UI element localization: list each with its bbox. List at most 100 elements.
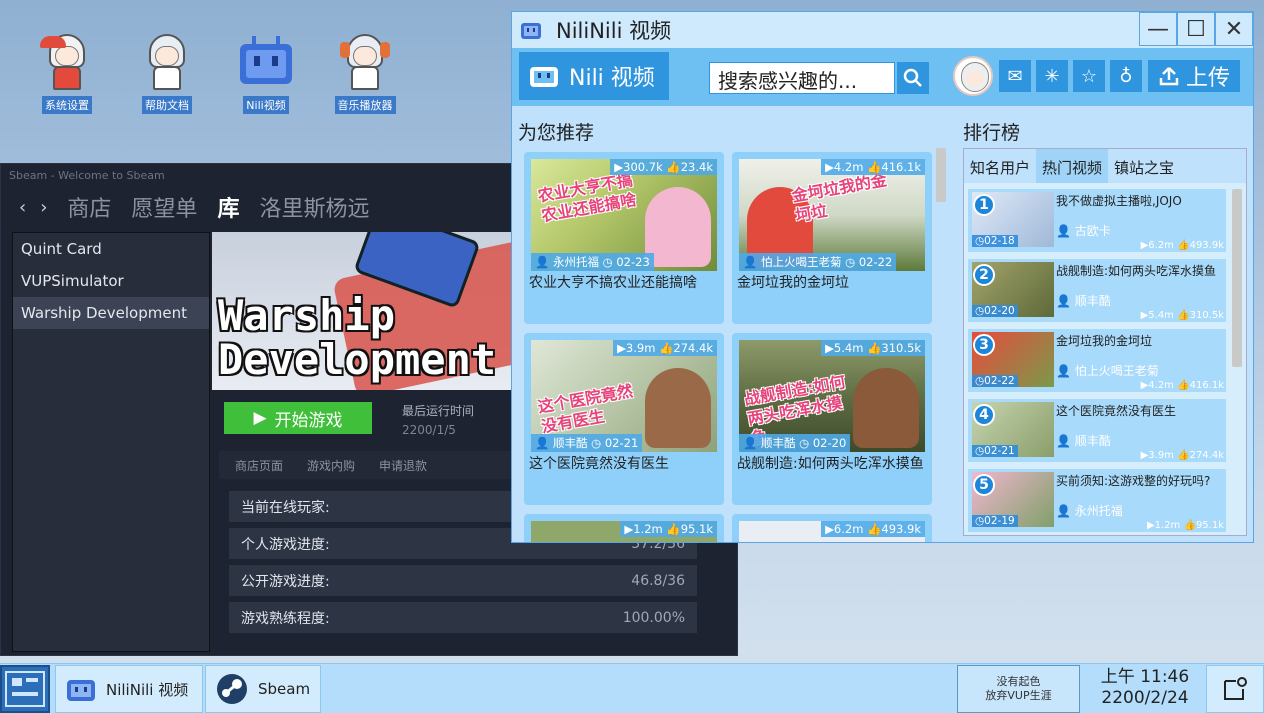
ranking-item[interactable]: 4 ◷02-21 这个医院竟然没有医生 👤 顺丰酷 ▶3.9m 👍274.4k [968, 399, 1226, 462]
library-list: Quint Card VUPSimulator Warship Developm… [12, 232, 210, 652]
ranking-date: ◷02-22 [972, 375, 1018, 387]
video-card[interactable]: 战舰制造:如何两头吃浑水摸鱼 ▶5.4m 👍310.5k 👤 顺丰酷 ◷ 02-… [732, 333, 932, 505]
ranking-item[interactable]: 1 ◷02-18 我不做虚拟主播啦,JOJO 👤 古欧卡 ▶6.2m 👍493.… [968, 189, 1226, 252]
taskbar-app-sbeam[interactable]: Sbeam [205, 665, 321, 713]
ranking-panel: 知名用户 热门视频 镇站之宝 1 ◷02-18 我不做虚拟主播啦,JOJO 👤 … [963, 148, 1247, 536]
tab-store-page[interactable]: 商店页面 [235, 457, 283, 473]
back-arrow-icon[interactable]: ‹ [19, 197, 26, 218]
nav-library[interactable]: 库 [217, 191, 239, 223]
tab-hot-videos[interactable]: 热门视频 [1036, 149, 1109, 183]
stat-label: 公开游戏进度: [241, 573, 330, 590]
ranking-scrollbar[interactable] [1232, 189, 1242, 367]
video-thumbnail: ▶6.2m 👍493.9k [739, 521, 925, 542]
ranking-author: 👤 古欧卡 [1056, 224, 1111, 238]
desktop-icon-nili[interactable]: Nili视频 [231, 30, 301, 114]
desktop-icon-help[interactable]: 帮助文档 [132, 30, 202, 114]
desktop-icon-music[interactable]: 音乐播放器 [330, 30, 400, 114]
close-icon[interactable]: ✕ [1215, 12, 1253, 46]
lightbulb-icon[interactable]: ♁ [1110, 60, 1142, 92]
nili-brand-button[interactable]: Nili 视频 [519, 52, 669, 100]
rank-badge: 1 [973, 194, 995, 216]
avatar[interactable] [953, 56, 993, 96]
recommend-scrollbar[interactable] [936, 148, 946, 202]
clock-time: 上午 11:46 [1100, 667, 1190, 687]
video-stats: ▶300.7k 👍23.4k [610, 159, 717, 175]
tab-site-treasures[interactable]: 镇站之宝 [1108, 149, 1180, 183]
clock-date: 2200/2/24 [1101, 688, 1189, 708]
rank-badge: 5 [973, 474, 995, 496]
game-hero-title: Warship Development [218, 291, 497, 384]
ranking-stats: ▶5.4m 👍310.5k [1140, 310, 1224, 321]
nav-store[interactable]: 商店 [67, 191, 111, 223]
desktop-icon-settings[interactable]: 系统设置 [32, 30, 102, 114]
girl-help-icon [135, 30, 199, 94]
stat-label: 当前在线玩家: [241, 499, 330, 516]
star-icon[interactable]: ☆ [1073, 60, 1105, 92]
stat-value: 100.00% [622, 609, 685, 626]
notification-button[interactable] [1206, 665, 1264, 713]
upload-icon [1159, 67, 1179, 86]
ranking-item[interactable]: 2 ◷02-20 战舰制造:如何两头吃浑水摸鱼 👤 顺丰酷 ▶5.4m 👍310… [968, 259, 1226, 322]
nili-toolbar: Nili 视频 搜索感兴趣的... ✉ ✳ ☆ ♁ 上传 [512, 48, 1253, 106]
video-stats: ▶5.4m 👍310.5k [821, 340, 925, 356]
upload-button[interactable]: 上传 [1148, 60, 1240, 92]
library-item[interactable]: VUPSimulator [13, 265, 209, 297]
video-card[interactable]: 这个医院竟然没有医生 ▶3.9m 👍274.4k 👤 顺丰酷 ◷ 02-21 这… [524, 333, 724, 505]
tab-famous-users[interactable]: 知名用户 [964, 149, 1036, 183]
taskbar-app-label: NiliNili 视频 [106, 680, 189, 699]
forward-arrow-icon[interactable]: › [40, 197, 47, 218]
stat-value: 46.8/36 [631, 572, 685, 589]
ranking-stats: ▶6.2m 👍493.9k [1140, 240, 1224, 251]
video-meta: 👤 怕上火喝王老菊 ◷ 02-22 [739, 253, 897, 271]
play-label: 开始游戏 [274, 410, 343, 431]
taskbar-app-label: Sbeam [258, 680, 311, 698]
nili-tv-icon [521, 23, 541, 39]
ranking-title: 我不做虚拟主播啦,JOJO [1056, 194, 1182, 208]
video-thumbnail: 战舰制造:如何两头吃浑水摸鱼 ▶5.4m 👍310.5k 👤 顺丰酷 ◷ 02-… [739, 340, 925, 452]
video-stats: ▶4.2m 👍416.1k [821, 159, 925, 175]
clock[interactable]: 上午 11:46 2200/2/24 [1094, 667, 1196, 709]
taskbar-app-nili[interactable]: NiliNili 视频 [55, 665, 203, 713]
sparkle-icon[interactable]: ✳ [1036, 60, 1068, 92]
video-card[interactable]: 金坷垃我的金坷垃 ▶4.2m 👍416.1k 👤 怕上火喝王老菊 ◷ 02-22… [732, 152, 932, 324]
ranking-title: 排行榜 [963, 122, 1021, 144]
start-button[interactable] [0, 665, 50, 713]
search-button[interactable] [897, 62, 929, 94]
video-card[interactable]: ▶6.2m 👍493.9k [732, 514, 932, 542]
nav-wishlist[interactable]: 愿望单 [131, 191, 197, 223]
notification-icon [1224, 677, 1247, 700]
ranking-thumbnail: 1 ◷02-18 [972, 192, 1054, 247]
desktop-icon-label: 系统设置 [42, 96, 92, 114]
tab-in-game-purchase[interactable]: 游戏内购 [307, 457, 355, 473]
video-card[interactable]: ▶1.2m 👍95.1k [524, 514, 724, 542]
recommend-title: 为您推荐 [518, 122, 595, 144]
minimize-icon[interactable]: — [1139, 12, 1177, 46]
robot-girl-wrench-icon [35, 30, 99, 94]
maximize-icon[interactable]: ☐ [1177, 12, 1215, 46]
ranking-author: 👤 怕上火喝王老菊 [1056, 364, 1159, 378]
ranking-item[interactable]: 3 ◷02-22 金坷垃我的金坷垃 👤 怕上火喝王老菊 ▶4.2m 👍416.1… [968, 329, 1226, 392]
library-item[interactable]: Quint Card [13, 233, 209, 265]
play-button[interactable]: ▶ 开始游戏 [224, 402, 372, 434]
status-notice[interactable]: 没有起色 放弃VUP生涯 [957, 665, 1080, 713]
ranking-stats: ▶4.2m 👍416.1k [1140, 380, 1224, 391]
taskbar: NiliNili 视频 Sbeam 没有起色 放弃VUP生涯 上午 11:46 … [0, 663, 1264, 713]
ranking-item[interactable]: 5 ◷02-19 买前须知:这游戏整的好玩吗? 👤 永州托福 ▶1.2m 👍95… [968, 469, 1226, 532]
library-item-selected[interactable]: Warship Development [13, 297, 209, 329]
tab-refund[interactable]: 申请退款 [379, 457, 427, 473]
ranking-thumbnail: 5 ◷02-19 [972, 472, 1054, 527]
rank-badge: 2 [973, 264, 995, 286]
video-thumbnail: ▶1.2m 👍95.1k [531, 521, 717, 542]
video-card[interactable]: 农业大亨不搞农业还能搞啥 ▶300.7k 👍23.4k 👤 永州托福 ◷ 02-… [524, 152, 724, 324]
search-input[interactable]: 搜索感兴趣的... [709, 62, 895, 94]
play-icon: ▶ [253, 408, 267, 428]
nili-tv-icon [530, 67, 558, 87]
nav-profile[interactable]: 洛里斯杨远 [259, 191, 369, 223]
mail-icon[interactable]: ✉ [999, 60, 1031, 92]
ranking-stats: ▶1.2m 👍95.1k [1146, 520, 1224, 531]
nili-tv-icon [67, 680, 95, 701]
desktop-icon-label: 音乐播放器 [334, 96, 396, 114]
sbeam-logo-icon [217, 674, 247, 704]
ranking-title: 买前须知:这游戏整的好玩吗? [1056, 474, 1211, 488]
video-meta: 👤 顺丰酷 ◷ 02-20 [739, 434, 851, 452]
